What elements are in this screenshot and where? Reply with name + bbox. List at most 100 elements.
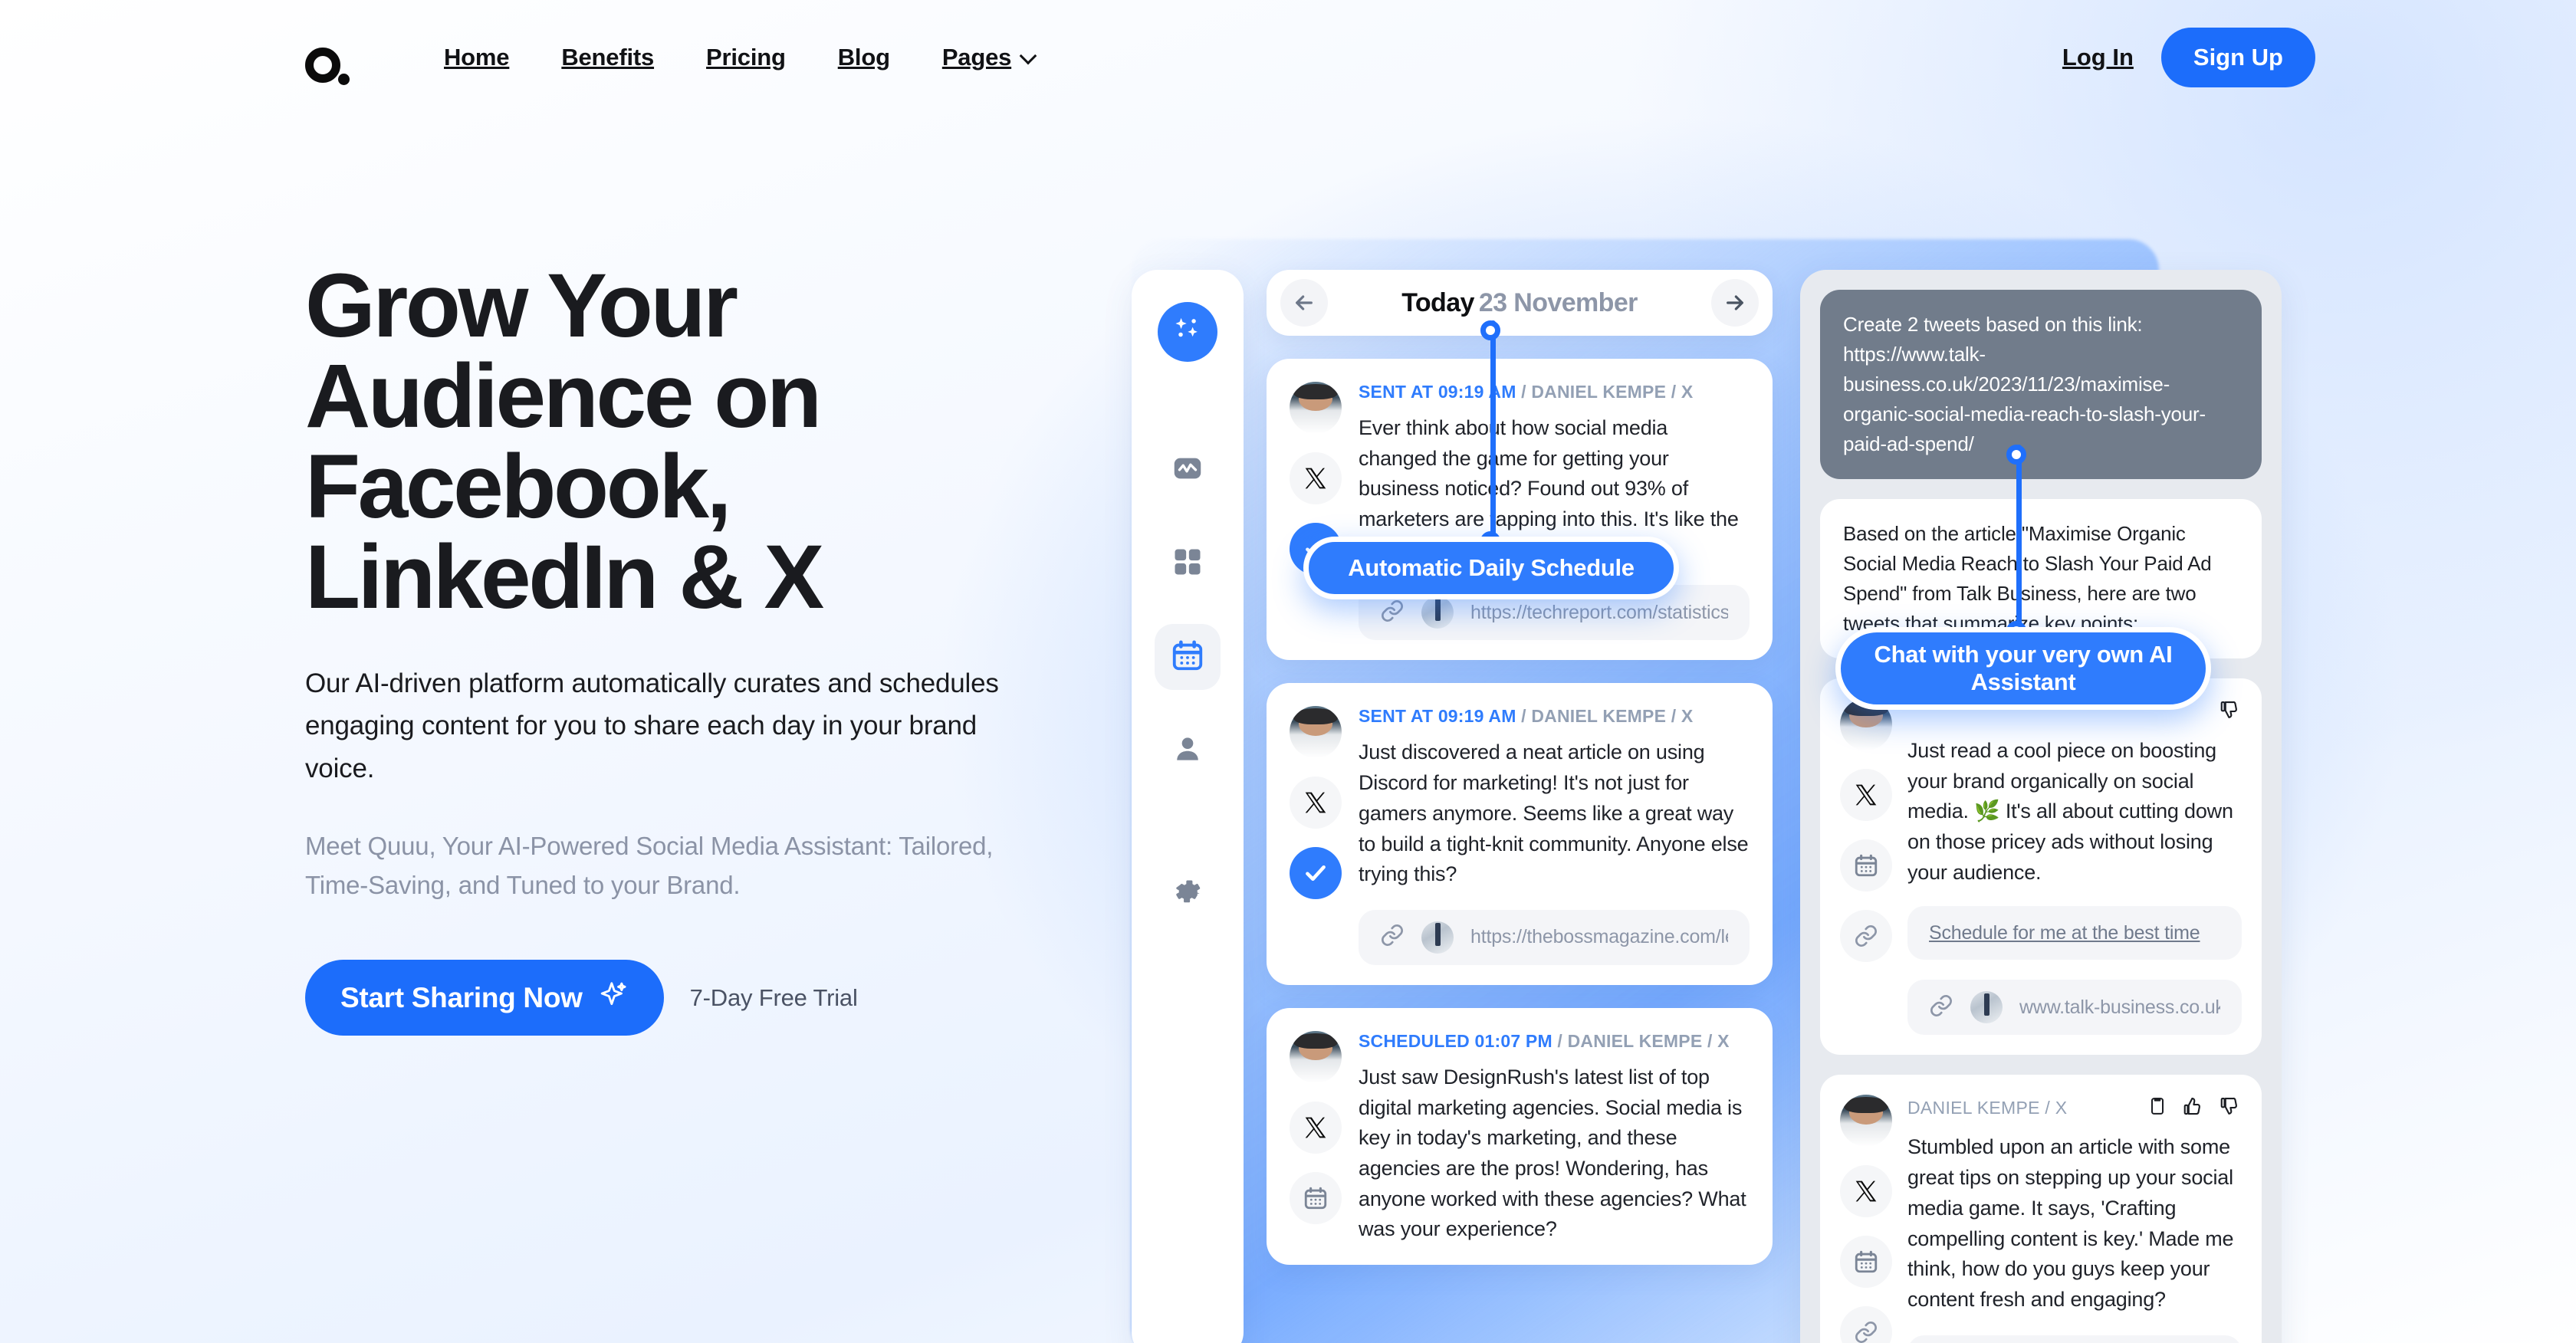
sidebar-item-dashboard[interactable] xyxy=(1155,530,1221,596)
arrow-left-icon xyxy=(1296,295,1313,310)
post-author: / DANIEL KEMPE / X xyxy=(1521,706,1694,727)
gear-icon xyxy=(1171,875,1204,912)
thumbs-down-icon[interactable] xyxy=(2219,1095,2242,1121)
sidebar-item-ai[interactable] xyxy=(1158,302,1217,362)
sidebar-item-calendar[interactable] xyxy=(1155,624,1221,690)
post-body: SENT AT 09:19 AM / DANIEL KEMPE / X Ever… xyxy=(1359,382,1750,641)
link-thumbnail xyxy=(1970,991,2003,1024)
chat-card-actions xyxy=(2147,1095,2242,1121)
analytics-icon xyxy=(1170,451,1205,490)
login-link[interactable]: Log In xyxy=(2062,44,2134,71)
hero-meet-text: Meet Quuu, Your AI-Powered Social Media … xyxy=(305,831,994,900)
calendar-title: Today 23 November xyxy=(1401,288,1638,318)
chat-card-link-url: www.talk-business.co.uk/... xyxy=(2019,996,2220,1018)
thumbs-up-icon[interactable] xyxy=(2182,1095,2205,1121)
callout-chat-with-ai-assistant[interactable]: Chat with your very own AI Assistant xyxy=(1835,627,2211,710)
thumbs-down-icon[interactable] xyxy=(2219,698,2242,725)
chat-card-body: DANIEL KEMPE / X Stumbled upon an articl… xyxy=(1907,1095,2242,1343)
nav-item-home[interactable]: Home xyxy=(418,44,535,71)
link-chip-icon xyxy=(1840,910,1892,962)
sidebar-item-analytics[interactable] xyxy=(1155,437,1221,503)
link-thumbnail xyxy=(1421,921,1454,954)
post-status: SCHEDULED 01:07 PM xyxy=(1359,1030,1552,1051)
start-sharing-label: Start Sharing Now xyxy=(340,981,583,1013)
post-icon-column xyxy=(1290,1030,1342,1245)
chat-card-link-row[interactable]: www.talk-business.co.uk/... xyxy=(1907,980,2242,1036)
link-icon xyxy=(1380,923,1405,951)
chat-card-link-row[interactable]: www.talk-business.co.uk/... xyxy=(1907,1335,2242,1343)
schedule-calendar-icon[interactable] xyxy=(1840,1236,1892,1289)
hero-section: Grow Your Audience on Facebook, LinkedIn… xyxy=(305,261,1072,1036)
schedule-best-time-link[interactable]: Schedule for me at the best time xyxy=(1929,922,2200,944)
chat-card-icon-column xyxy=(1840,698,1892,1035)
post-card[interactable]: SCHEDULED 01:07 PM / DANIEL KEMPE / X Ju… xyxy=(1267,1007,1773,1265)
x-network-icon xyxy=(1290,452,1342,504)
nav-item-pages[interactable]: Pages xyxy=(916,44,1061,71)
page-title: Grow Your Audience on Facebook, LinkedIn… xyxy=(305,255,824,628)
top-navigation: Home Benefits Pricing Blog Pages Log In … xyxy=(0,0,2576,115)
post-link-url: https://thebossmagazine.com/le... xyxy=(1470,926,1728,948)
calendar-icon xyxy=(1170,638,1205,677)
post-status: SENT AT 09:19 AM xyxy=(1359,706,1516,727)
post-text: Just saw DesignRush's latest list of top… xyxy=(1359,1065,1746,1241)
nav-item-pricing[interactable]: Pricing xyxy=(680,44,812,71)
schedule-calendar-icon[interactable] xyxy=(1840,839,1892,892)
sidebar-item-settings[interactable] xyxy=(1155,860,1221,926)
sidebar-item-profile[interactable] xyxy=(1155,717,1221,783)
chevron-down-icon xyxy=(1021,49,1035,63)
post-status: SENT AT 09:19 AM xyxy=(1359,382,1516,402)
logo-dot xyxy=(338,74,350,85)
x-network-icon xyxy=(1290,777,1342,829)
chat-card-actions xyxy=(2219,698,2242,725)
signup-button[interactable]: Sign Up xyxy=(2160,28,2315,87)
link-icon xyxy=(1380,599,1405,627)
quuu-logo[interactable] xyxy=(305,44,354,94)
link-thumbnail xyxy=(1421,596,1454,629)
profile-icon xyxy=(1171,732,1204,770)
chat-card-text: Stumbled upon an article with some great… xyxy=(1907,1135,2234,1311)
nav-item-blog[interactable]: Blog xyxy=(812,44,916,71)
chat-draft-card[interactable]: DANIEL KEMPE / X Stumbled upon an articl… xyxy=(1820,1075,2262,1343)
app-mockup: Today 23 November SENT AT 09:19 AM / DAN… xyxy=(1132,239,2358,1343)
post-card[interactable]: SENT AT 09:19 AM / DANIEL KEMPE / X Just… xyxy=(1267,683,1773,985)
callout-automatic-daily-schedule[interactable]: Automatic Daily Schedule xyxy=(1303,537,1679,599)
copy-icon[interactable] xyxy=(2147,1095,2168,1121)
ai-sparkle-icon xyxy=(1171,314,1204,351)
x-network-icon xyxy=(1840,1165,1892,1218)
chat-card-text: Just read a cool piece on boosting your … xyxy=(1907,739,2233,884)
post-icon-column xyxy=(1290,382,1342,640)
ai-chat-panel: Create 2 tweets based on this link: http… xyxy=(1800,270,2282,1343)
post-author: / DANIEL KEMPE / X xyxy=(1557,1030,1730,1051)
start-sharing-button[interactable]: Start Sharing Now xyxy=(305,960,664,1036)
hero-subtext: Our AI-driven platform automatically cur… xyxy=(305,668,999,783)
post-link-row[interactable]: https://thebossmagazine.com/le... xyxy=(1359,909,1750,965)
chat-user-message: Create 2 tweets based on this link: http… xyxy=(1820,290,2262,479)
post-text: Just discovered a neat article on using … xyxy=(1359,740,1749,886)
post-body: SCHEDULED 01:07 PM / DANIEL KEMPE / X Ju… xyxy=(1359,1031,1750,1245)
calendar-today-label: Today xyxy=(1401,287,1474,317)
app-sidebar xyxy=(1132,270,1244,1343)
post-card[interactable]: SENT AT 09:19 AM / DANIEL KEMPE / X Ever… xyxy=(1267,359,1773,661)
chat-card-header: DANIEL KEMPE / X xyxy=(1907,1095,2242,1121)
link-icon xyxy=(1929,993,1953,1022)
grid-icon xyxy=(1171,545,1204,583)
chat-card-author: DANIEL KEMPE / X xyxy=(1907,1098,2068,1118)
avatar xyxy=(1290,382,1342,434)
chat-card-icon-column xyxy=(1840,1095,1892,1343)
x-network-icon xyxy=(1840,769,1892,821)
chat-card-body: Just read a cool piece on boosting your … xyxy=(1907,698,2242,1036)
chat-draft-card[interactable]: Just read a cool piece on boosting your … xyxy=(1820,678,2262,1056)
post-meta: SENT AT 09:19 AM / DANIEL KEMPE / X xyxy=(1359,706,1750,727)
free-trial-label: 7-Day Free Trial xyxy=(689,983,858,1011)
avatar xyxy=(1290,706,1342,759)
calendar-header: Today 23 November xyxy=(1267,270,1773,336)
post-icon-column xyxy=(1290,706,1342,964)
calendar-next-button[interactable] xyxy=(1711,279,1759,327)
schedule-best-time-row[interactable]: Schedule for me at the best time xyxy=(1907,906,2242,960)
nav-item-benefits[interactable]: Benefits xyxy=(535,44,680,71)
logo-ring xyxy=(305,48,340,83)
calendar-prev-button[interactable] xyxy=(1280,279,1328,327)
x-network-icon xyxy=(1290,1101,1342,1154)
post-sent-check-icon xyxy=(1290,847,1342,900)
hero-cta-row: Start Sharing Now 7-Day Free Trial xyxy=(305,960,1072,1036)
